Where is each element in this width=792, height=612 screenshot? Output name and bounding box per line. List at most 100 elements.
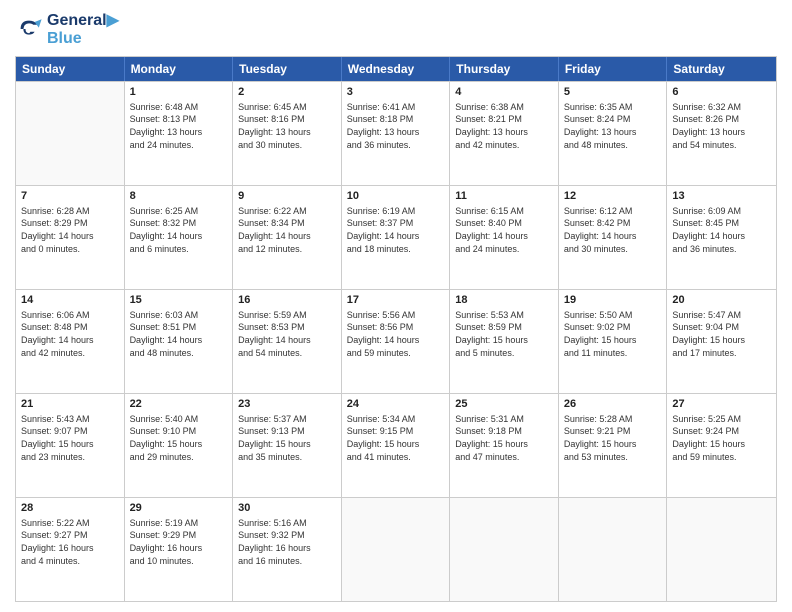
logo-text: General▶ Blue	[47, 10, 119, 48]
cell-info-line: and 0 minutes.	[21, 243, 119, 256]
calendar-cell: 17Sunrise: 5:56 AMSunset: 8:56 PMDayligh…	[342, 290, 451, 393]
calendar-cell: 21Sunrise: 5:43 AMSunset: 9:07 PMDayligh…	[16, 394, 125, 497]
cell-info-line: Sunset: 9:29 PM	[130, 529, 228, 542]
day-number: 13	[672, 189, 771, 204]
cell-info-line: and 54 minutes.	[672, 139, 771, 152]
cell-info-line: Daylight: 14 hours	[564, 230, 662, 243]
day-number: 1	[130, 85, 228, 100]
header-day-tuesday: Tuesday	[233, 57, 342, 81]
cell-info-line: Daylight: 14 hours	[238, 230, 336, 243]
cell-info-line: Sunset: 8:32 PM	[130, 217, 228, 230]
cell-info-line: Sunrise: 5:59 AM	[238, 309, 336, 322]
cell-info-line: Sunset: 9:32 PM	[238, 529, 336, 542]
main-container: General▶ Blue SundayMondayTuesdayWednesd…	[0, 0, 792, 612]
calendar-cell: 3Sunrise: 6:41 AMSunset: 8:18 PMDaylight…	[342, 82, 451, 185]
calendar-cell	[342, 498, 451, 601]
cell-info-line: Sunrise: 6:03 AM	[130, 309, 228, 322]
cell-info-line: Sunset: 8:53 PM	[238, 321, 336, 334]
cell-info-line: and 59 minutes.	[672, 451, 771, 464]
cell-info-line: and 12 minutes.	[238, 243, 336, 256]
cell-info-line: Sunset: 9:21 PM	[564, 425, 662, 438]
cell-info-line: Sunset: 8:16 PM	[238, 113, 336, 126]
calendar-cell: 27Sunrise: 5:25 AMSunset: 9:24 PMDayligh…	[667, 394, 776, 497]
header-day-thursday: Thursday	[450, 57, 559, 81]
cell-info-line: Sunset: 9:15 PM	[347, 425, 445, 438]
calendar-cell: 11Sunrise: 6:15 AMSunset: 8:40 PMDayligh…	[450, 186, 559, 289]
cell-info-line: Sunset: 8:18 PM	[347, 113, 445, 126]
cell-info-line: Sunrise: 6:28 AM	[21, 205, 119, 218]
cell-info-line: Sunset: 8:26 PM	[672, 113, 771, 126]
cell-info-line: Sunrise: 5:19 AM	[130, 517, 228, 530]
cell-info-line: Daylight: 14 hours	[347, 334, 445, 347]
cell-info-line: and 47 minutes.	[455, 451, 553, 464]
calendar-cell: 9Sunrise: 6:22 AMSunset: 8:34 PMDaylight…	[233, 186, 342, 289]
cell-info-line: Daylight: 14 hours	[347, 230, 445, 243]
cell-info-line: Sunset: 8:48 PM	[21, 321, 119, 334]
cell-info-line: and 17 minutes.	[672, 347, 771, 360]
cell-info-line: Sunrise: 6:06 AM	[21, 309, 119, 322]
calendar-cell: 10Sunrise: 6:19 AMSunset: 8:37 PMDayligh…	[342, 186, 451, 289]
cell-info-line: and 29 minutes.	[130, 451, 228, 464]
cell-info-line: Daylight: 15 hours	[564, 334, 662, 347]
cell-info-line: and 16 minutes.	[238, 555, 336, 568]
calendar-cell: 22Sunrise: 5:40 AMSunset: 9:10 PMDayligh…	[125, 394, 234, 497]
calendar-cell: 2Sunrise: 6:45 AMSunset: 8:16 PMDaylight…	[233, 82, 342, 185]
cell-info-line: Sunset: 9:24 PM	[672, 425, 771, 438]
cell-info-line: Sunrise: 5:47 AM	[672, 309, 771, 322]
cell-info-line: Sunrise: 5:25 AM	[672, 413, 771, 426]
cell-info-line: Daylight: 14 hours	[21, 334, 119, 347]
day-number: 28	[21, 501, 119, 516]
cell-info-line: Sunrise: 5:37 AM	[238, 413, 336, 426]
cell-info-line: Sunset: 8:29 PM	[21, 217, 119, 230]
cell-info-line: Sunrise: 5:28 AM	[564, 413, 662, 426]
cell-info-line: Sunset: 8:40 PM	[455, 217, 553, 230]
header-day-sunday: Sunday	[16, 57, 125, 81]
day-number: 17	[347, 293, 445, 308]
header-day-saturday: Saturday	[667, 57, 776, 81]
day-number: 16	[238, 293, 336, 308]
calendar-cell: 12Sunrise: 6:12 AMSunset: 8:42 PMDayligh…	[559, 186, 668, 289]
calendar-cell: 14Sunrise: 6:06 AMSunset: 8:48 PMDayligh…	[16, 290, 125, 393]
cell-info-line: Daylight: 15 hours	[672, 438, 771, 451]
day-number: 23	[238, 397, 336, 412]
cell-info-line: Sunrise: 6:15 AM	[455, 205, 553, 218]
cell-info-line: Sunrise: 5:16 AM	[238, 517, 336, 530]
cell-info-line: and 24 minutes.	[455, 243, 553, 256]
cell-info-line: Daylight: 13 hours	[347, 126, 445, 139]
cell-info-line: Sunrise: 5:50 AM	[564, 309, 662, 322]
day-number: 18	[455, 293, 553, 308]
cell-info-line: and 30 minutes.	[238, 139, 336, 152]
day-number: 19	[564, 293, 662, 308]
calendar-cell: 28Sunrise: 5:22 AMSunset: 9:27 PMDayligh…	[16, 498, 125, 601]
cell-info-line: Sunset: 8:24 PM	[564, 113, 662, 126]
cell-info-line: Daylight: 13 hours	[238, 126, 336, 139]
cell-info-line: Daylight: 16 hours	[21, 542, 119, 555]
cell-info-line: Sunrise: 6:32 AM	[672, 101, 771, 114]
cell-info-line: Daylight: 15 hours	[564, 438, 662, 451]
cell-info-line: and 30 minutes.	[564, 243, 662, 256]
calendar-cell: 1Sunrise: 6:48 AMSunset: 8:13 PMDaylight…	[125, 82, 234, 185]
cell-info-line: Sunset: 8:21 PM	[455, 113, 553, 126]
cell-info-line: Sunset: 8:59 PM	[455, 321, 553, 334]
cell-info-line: and 18 minutes.	[347, 243, 445, 256]
cell-info-line: Daylight: 14 hours	[455, 230, 553, 243]
calendar-cell: 29Sunrise: 5:19 AMSunset: 9:29 PMDayligh…	[125, 498, 234, 601]
calendar-cell	[667, 498, 776, 601]
cell-info-line: Daylight: 15 hours	[130, 438, 228, 451]
cell-info-line: Sunrise: 5:43 AM	[21, 413, 119, 426]
calendar-header: SundayMondayTuesdayWednesdayThursdayFrid…	[16, 57, 776, 81]
cell-info-line: Sunrise: 6:38 AM	[455, 101, 553, 114]
calendar-cell: 13Sunrise: 6:09 AMSunset: 8:45 PMDayligh…	[667, 186, 776, 289]
cell-info-line: Daylight: 15 hours	[455, 334, 553, 347]
cell-info-line: and 42 minutes.	[21, 347, 119, 360]
cell-info-line: and 24 minutes.	[130, 139, 228, 152]
calendar-cell: 15Sunrise: 6:03 AMSunset: 8:51 PMDayligh…	[125, 290, 234, 393]
day-number: 10	[347, 189, 445, 204]
cell-info-line: Sunset: 9:07 PM	[21, 425, 119, 438]
day-number: 26	[564, 397, 662, 412]
calendar-cell	[450, 498, 559, 601]
cell-info-line: and 53 minutes.	[564, 451, 662, 464]
day-number: 15	[130, 293, 228, 308]
cell-info-line: Daylight: 13 hours	[564, 126, 662, 139]
cell-info-line: and 4 minutes.	[21, 555, 119, 568]
